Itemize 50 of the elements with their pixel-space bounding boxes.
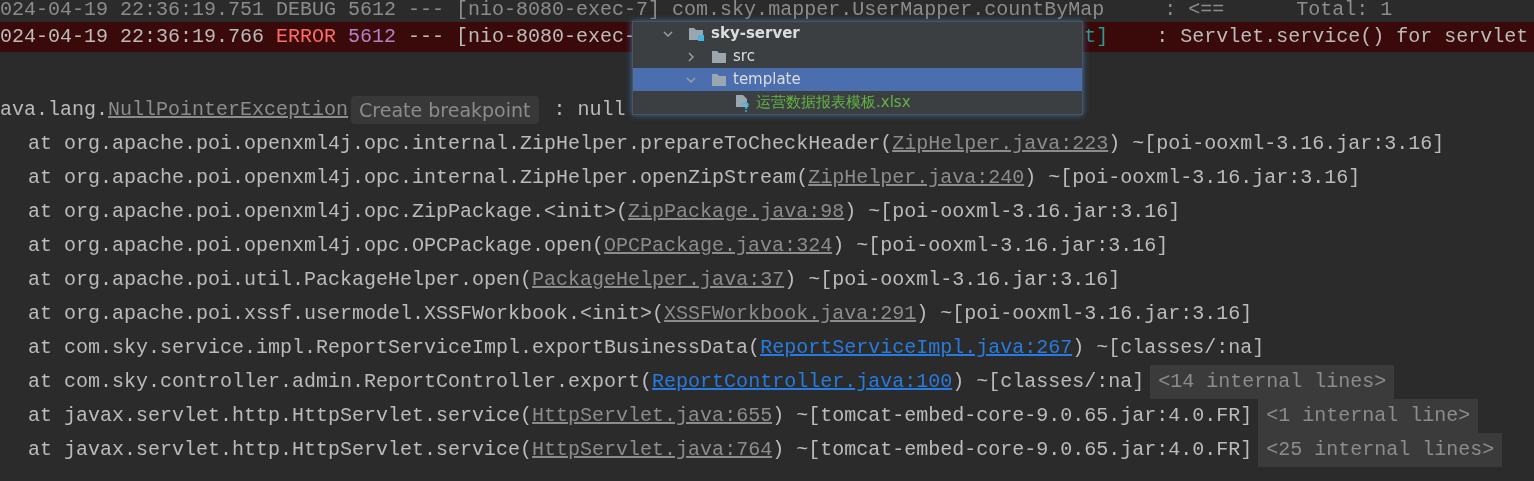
log-text: ERROR xyxy=(276,24,337,50)
log-text: at org.apache.poi.openxml4j.opc.OPCPackage.open( xyxy=(28,233,605,259)
folder-icon xyxy=(711,49,727,64)
folded-lines-button[interactable]: <14 internal lines> xyxy=(1150,365,1395,399)
log-text: ) ~[tomcat-embed-core-9.0.65.jar:4.0.FR] xyxy=(772,437,1253,463)
source-link[interactable]: HttpServlet.java:655 xyxy=(532,401,773,431)
log-text: at com.sky.service.impl.ReportServiceImpl.exportBusinessData( xyxy=(28,335,761,361)
log-text: at com.sky.controller.admin.ReportController.export( xyxy=(28,369,653,395)
source-link[interactable]: ZipHelper.java:223 xyxy=(892,129,1109,159)
log-text: ava.lang. xyxy=(0,97,109,123)
log-text: 024-04-19 22:36:19.766 xyxy=(0,24,266,50)
source-link[interactable]: XSSFWorkbook.java:291 xyxy=(664,299,917,329)
source-link[interactable]: HttpServlet.java:764 xyxy=(532,435,773,465)
log-text: ) ~[poi-ooxml-3.16.jar:3.16] xyxy=(1108,131,1445,157)
unknown-file-icon xyxy=(734,93,750,112)
source-link[interactable]: NullPointerException xyxy=(108,95,349,125)
log-text: ) ~[poi-ooxml-3.16.jar:3.16] xyxy=(1024,165,1361,191)
source-link[interactable]: ZipPackage.java:98 xyxy=(628,197,845,227)
log-text: at org.apache.poi.util.PackageHelper.open( xyxy=(28,267,533,293)
log-text: at org.apache.poi.openxml4j.opc.internal.ZipHelper.openZipStream( xyxy=(28,165,809,191)
log-text: ) ~[classes/:na] xyxy=(952,369,1145,395)
log-text: ) ~[poi-ooxml-3.16.jar:3.16] xyxy=(784,267,1121,293)
log-text: 024-04-19 22:36:19.751 DEBUG 5612 --- [nio-8080-exec-7] com.sky.mapper.UserMapper.countByMap : <== Total: 1 xyxy=(0,0,1393,20)
log-text: at javax.servlet.http.HttpServlet.service( xyxy=(28,403,533,429)
source-link[interactable]: ZipHelper.java:240 xyxy=(808,163,1025,193)
log-text: : null xyxy=(552,97,626,123)
folder-icon xyxy=(711,72,727,87)
chevron-right-icon[interactable] xyxy=(686,51,696,62)
log-text: ) ~[poi-ooxml-3.16.jar:3.16] xyxy=(916,301,1253,327)
create-breakpoint-button[interactable]: Create breakpoint xyxy=(351,96,539,124)
log-text: 5612 xyxy=(348,24,397,50)
log-text: at org.apache.poi.openxml4j.opc.ZipPackage.<init>( xyxy=(28,199,629,225)
log-text: ) ~[poi-ooxml-3.16.jar:3.16] xyxy=(844,199,1181,225)
log-text: ) ~[classes/:na] xyxy=(1072,335,1265,361)
log-text: : Servlet.service() for servlet xyxy=(1155,24,1529,50)
log-text: t] xyxy=(1084,24,1109,50)
source-link[interactable]: OPCPackage.java:324 xyxy=(604,231,833,261)
log-text: at org.apache.poi.openxml4j.opc.internal.ZipHelper.prepareToCheckHeader( xyxy=(28,131,893,157)
log-text: ) ~[poi-ooxml-3.16.jar:3.16] xyxy=(832,233,1169,259)
source-link[interactable]: ReportServiceImpl.java:267 xyxy=(760,333,1073,363)
source-link[interactable]: PackageHelper.java:37 xyxy=(532,265,785,295)
log-text: ) ~[tomcat-embed-core-9.0.65.jar:4.0.FR] xyxy=(772,403,1253,429)
log-text: at javax.servlet.http.HttpServlet.service( xyxy=(28,437,533,463)
log-text: at org.apache.poi.xssf.usermodel.XSSFWorkbook.<init>( xyxy=(28,301,665,327)
tree-item[interactable]: template xyxy=(633,68,1082,91)
module-folder-icon xyxy=(688,25,705,42)
folded-lines-button[interactable]: <25 internal lines> xyxy=(1258,433,1503,467)
folded-lines-button[interactable]: <1 internal line> xyxy=(1258,399,1479,433)
source-link[interactable]: ReportController.java:100 xyxy=(652,367,953,397)
tree-item[interactable]: 运营数据报表模板.xlsx xyxy=(633,91,1082,114)
